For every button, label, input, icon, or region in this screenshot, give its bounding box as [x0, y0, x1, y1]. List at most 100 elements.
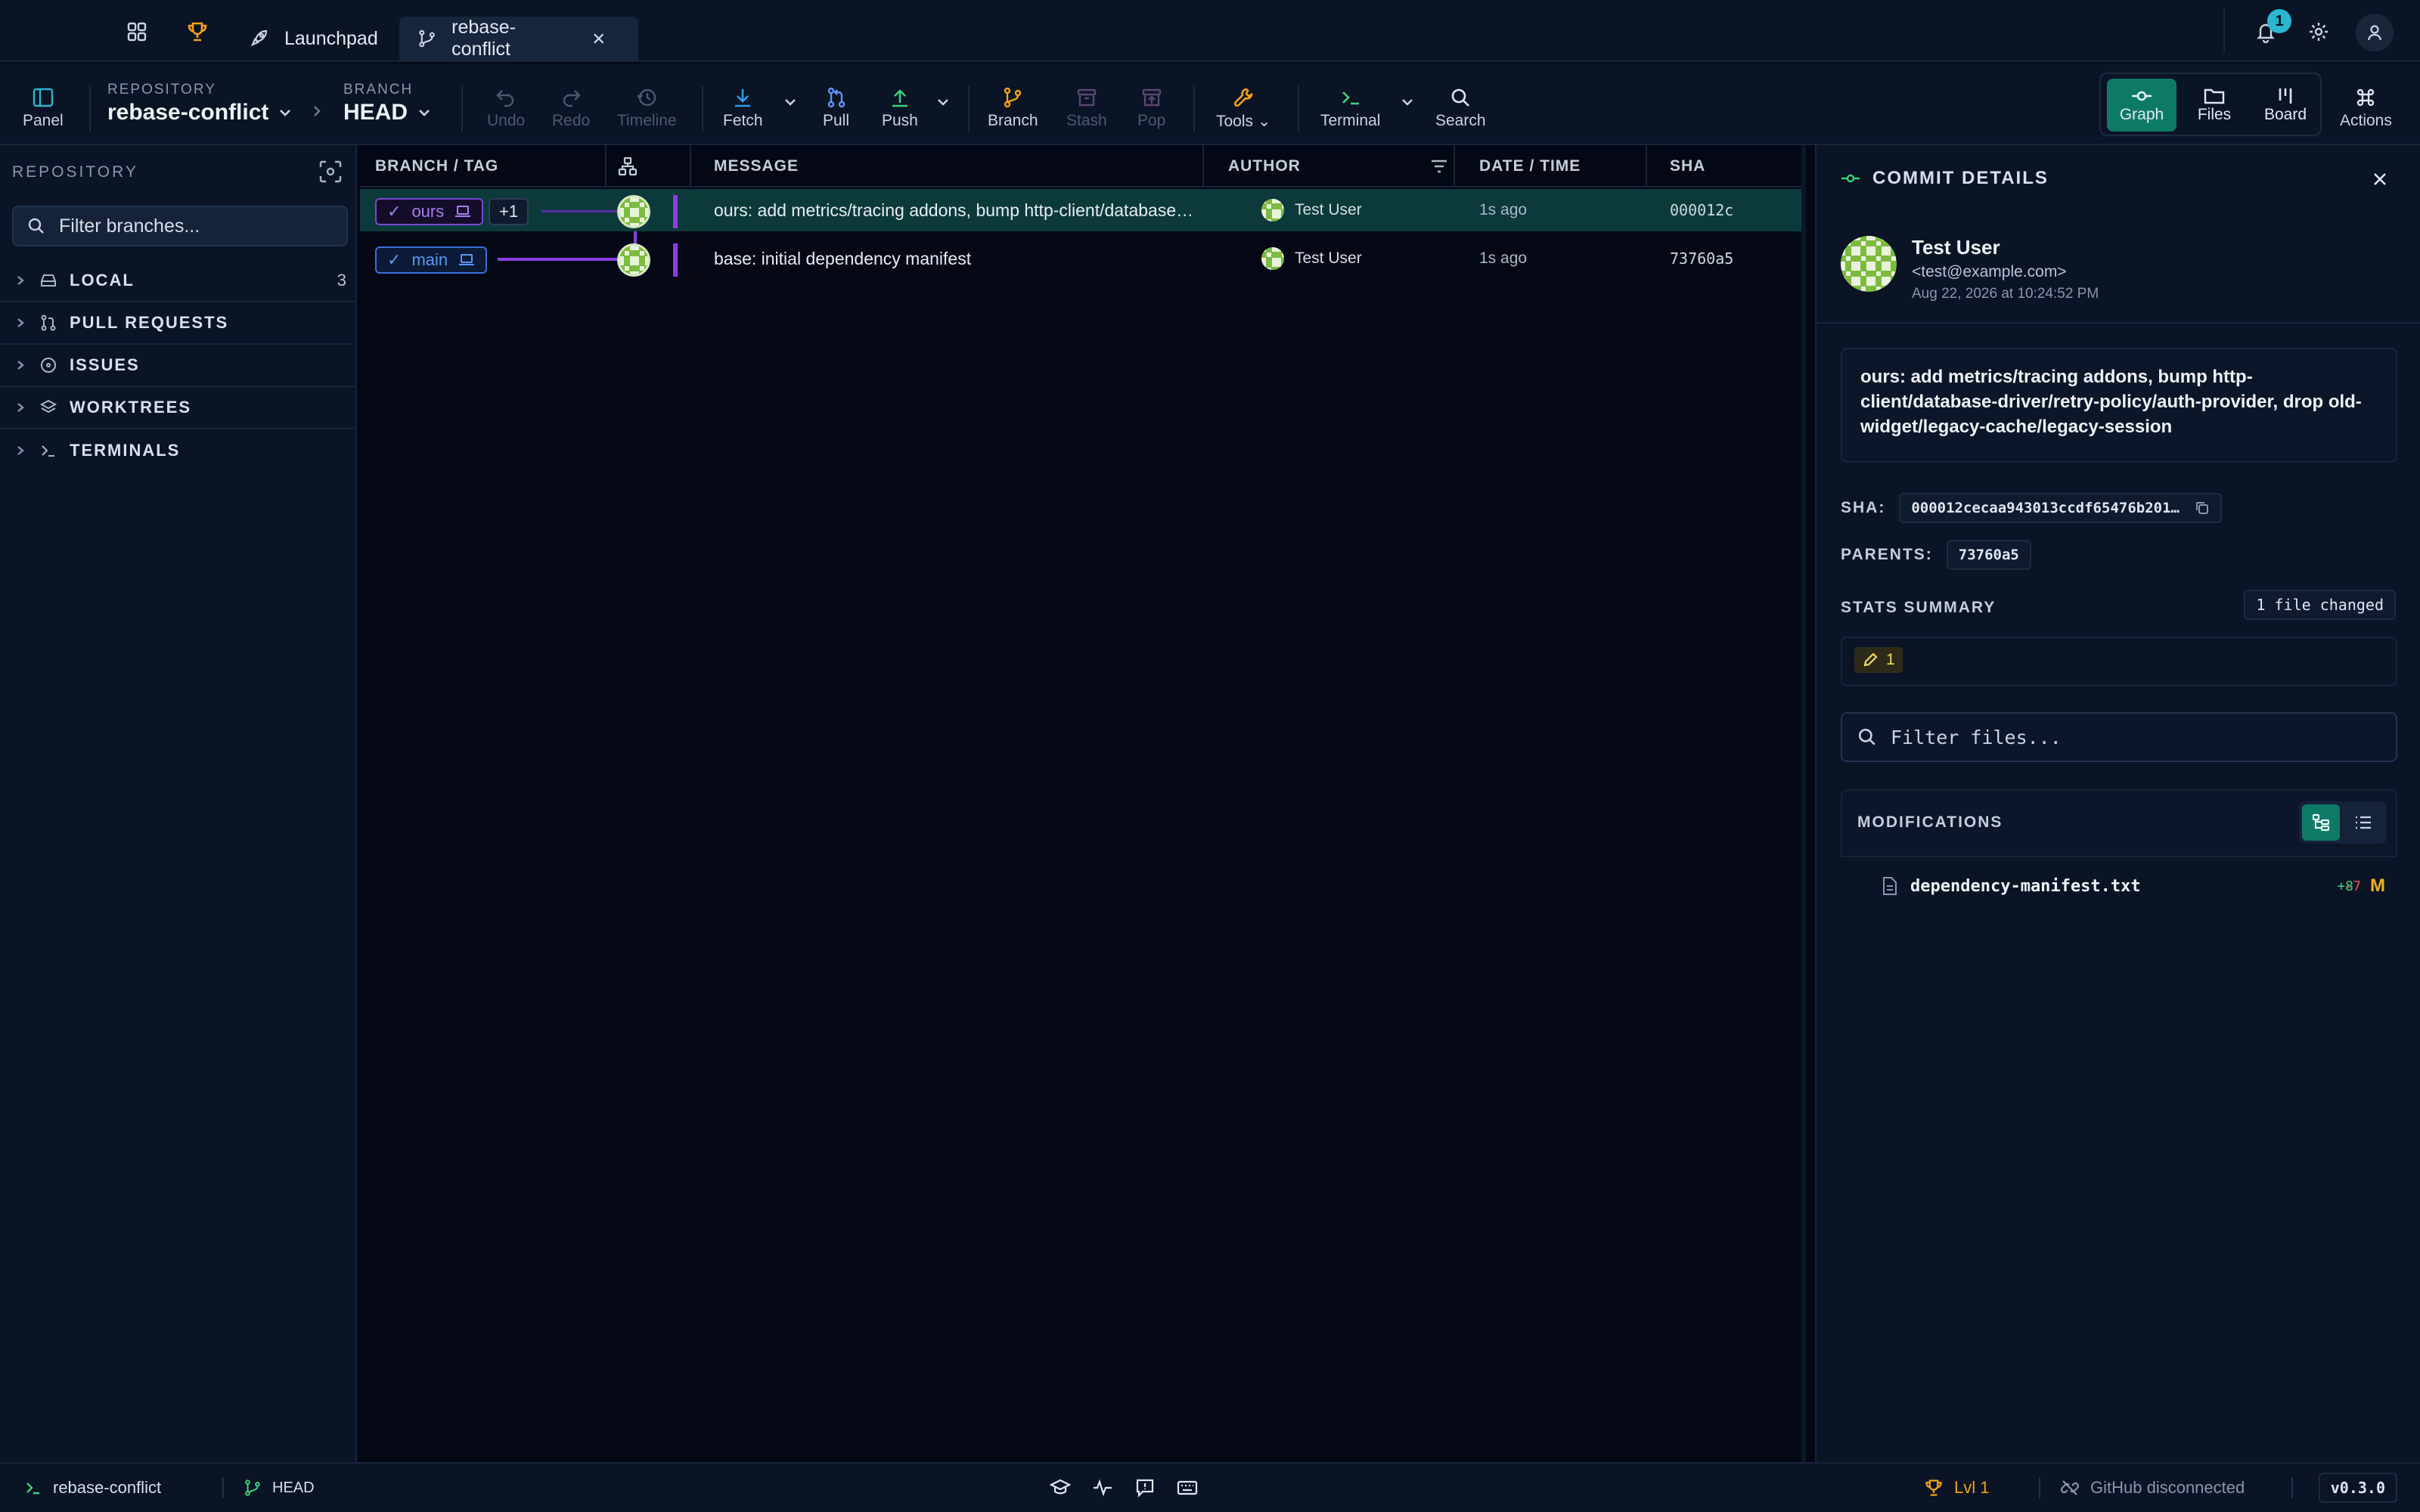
status-repo[interactable]: rebase-conflict [24, 1464, 161, 1512]
lane-marker [673, 195, 678, 228]
activity-icon[interactable] [1092, 1464, 1124, 1512]
grid-icon[interactable] [123, 18, 150, 45]
commit-row[interactable]: ✓ main base: initial dependency manifest… [360, 237, 1801, 280]
status-github[interactable]: GitHub disconnected [2060, 1464, 2245, 1512]
tab-label: Launchpad [284, 27, 378, 49]
graph-lanes-icon[interactable] [617, 145, 638, 187]
sidebar-section-terminals[interactable]: TERMINALS [0, 429, 357, 472]
sidebar-section-local[interactable]: LOCAL 3 [0, 260, 357, 302]
trophy-icon[interactable] [184, 18, 211, 45]
changed-file-row[interactable]: dependency-manifest.txt +8 -7 M [1841, 863, 2397, 909]
pull-label: Pull [823, 112, 850, 129]
sidebar-title: REPOSITORY [12, 163, 138, 181]
branch-button[interactable]: Branch [988, 83, 1038, 130]
divider [702, 86, 703, 132]
gear-icon[interactable] [2305, 18, 2332, 45]
modifications-label: MODIFICATIONS [1857, 813, 2003, 831]
feedback-icon[interactable] [1134, 1464, 1166, 1512]
copy-icon[interactable] [2195, 500, 2210, 516]
learn-icon[interactable] [1050, 1464, 1081, 1512]
branch-tag-main[interactable]: ✓ main [375, 246, 488, 274]
chevron-right-icon [17, 361, 24, 370]
view-board-button[interactable]: Board [2251, 79, 2320, 132]
push-label: Push [882, 112, 918, 129]
parents-label: PARENTS: [1841, 546, 1933, 563]
push-options-button[interactable] [935, 94, 951, 110]
column-author[interactable]: AUTHOR [1228, 145, 1301, 187]
push-button[interactable]: Push [882, 83, 918, 130]
scrollbar[interactable] [1801, 145, 1806, 1462]
undo-label: Undo [487, 112, 526, 129]
focus-icon[interactable] [318, 159, 343, 184]
sha-row: SHA: 000012cecaa943013ccdf65476b201… [1841, 493, 2222, 523]
terminal-button[interactable]: Terminal [1320, 83, 1380, 130]
timeline-label: Timeline [617, 112, 677, 129]
status-bar: rebase-conflict HEAD Lvl 1 GitHub discon… [0, 1462, 2420, 1512]
fetch-button[interactable]: Fetch [723, 83, 763, 130]
section-label: TERMINALS [70, 441, 181, 460]
status-repo-name: rebase-conflict [53, 1478, 162, 1497]
panel-button[interactable]: Panel [23, 83, 64, 130]
actions-button[interactable]: Actions [2340, 83, 2392, 130]
laptop-icon [455, 206, 471, 217]
sha-value[interactable]: 000012cecaa943013ccdf65476b201… [1899, 493, 2222, 523]
terminal-icon [42, 445, 54, 457]
user-avatar-button[interactable] [2356, 14, 2394, 51]
view-files-button[interactable]: Files [2180, 79, 2249, 132]
parent-sha-link[interactable]: 73760a5 [1946, 540, 2031, 570]
sidebar-section-worktrees[interactable]: WORKTREES [0, 387, 357, 429]
tree-view-button[interactable] [2302, 804, 2340, 841]
branch-selector[interactable]: BRANCH HEAD [343, 82, 432, 125]
commit-node[interactable] [617, 243, 650, 277]
close-icon[interactable] [592, 32, 605, 45]
list-view-button[interactable] [2344, 804, 2382, 841]
column-date-time[interactable]: DATE / TIME [1479, 145, 1581, 187]
divider [690, 145, 691, 187]
redo-icon [563, 90, 581, 107]
terminal-icon [26, 1483, 39, 1495]
view-switcher: Graph Files Board [2099, 73, 2322, 136]
view-graph-button[interactable]: Graph [2107, 79, 2176, 132]
tab-rebase-conflict[interactable]: rebase-conflict [399, 17, 638, 60]
filter-files-input[interactable]: Filter files... [1841, 712, 2397, 762]
repository-selector[interactable]: REPOSITORY rebase-conflict [107, 82, 293, 125]
stash-button[interactable]: Stash [1066, 83, 1107, 130]
pop-button[interactable]: Pop [1137, 83, 1165, 130]
column-branch-tag[interactable]: BRANCH / TAG [375, 145, 498, 187]
github-status-label: GitHub disconnected [2090, 1478, 2245, 1497]
close-icon[interactable] [2372, 171, 2388, 187]
tab-launchpad[interactable]: Launchpad [230, 17, 396, 60]
pull-button[interactable]: Pull [823, 83, 849, 130]
folder-icon [2204, 88, 2225, 104]
trophy-icon [1925, 1479, 1942, 1496]
commit-author: Test User [1261, 237, 1362, 280]
actions-label: Actions [2340, 112, 2392, 129]
terminal-options-button[interactable] [1399, 94, 1416, 110]
keyboard-icon[interactable] [1177, 1464, 1208, 1512]
tools-text: Tools [1216, 113, 1254, 130]
column-sha[interactable]: SHA [1670, 145, 1705, 187]
commit-node[interactable] [617, 195, 650, 228]
fetch-options-button[interactable] [782, 94, 799, 110]
branch-tag-ours[interactable]: ✓ ours [375, 198, 484, 225]
filter-icon[interactable] [1429, 145, 1449, 187]
history-icon [637, 88, 656, 107]
panel-icon [33, 88, 54, 107]
timeline-button[interactable]: Timeline [617, 83, 677, 130]
author-name: Test User [1912, 236, 2000, 259]
column-message[interactable]: MESSAGE [714, 145, 799, 187]
author-name: Test User [1295, 201, 1362, 218]
status-level[interactable]: Lvl 1 [1924, 1464, 1989, 1512]
status-branch[interactable]: HEAD [244, 1464, 315, 1512]
search-button[interactable]: Search [1435, 83, 1486, 130]
tools-button[interactable]: Tools ⌄ [1216, 83, 1270, 131]
status-branch-name: HEAD [272, 1479, 315, 1496]
sidebar-section-issues[interactable]: ISSUES [0, 345, 357, 387]
filter-branches-input[interactable]: Filter branches... [12, 206, 348, 246]
sidebar-section-pull-requests[interactable]: PULL REQUESTS [0, 302, 357, 345]
commit-row[interactable]: ✓ ours +1 ours: add metrics/tracing addo… [360, 189, 1801, 231]
redo-button[interactable]: Redo [552, 83, 590, 130]
undo-button[interactable]: Undo [487, 83, 525, 130]
divider [461, 86, 463, 132]
extra-branches-badge[interactable]: +1 [489, 198, 529, 225]
